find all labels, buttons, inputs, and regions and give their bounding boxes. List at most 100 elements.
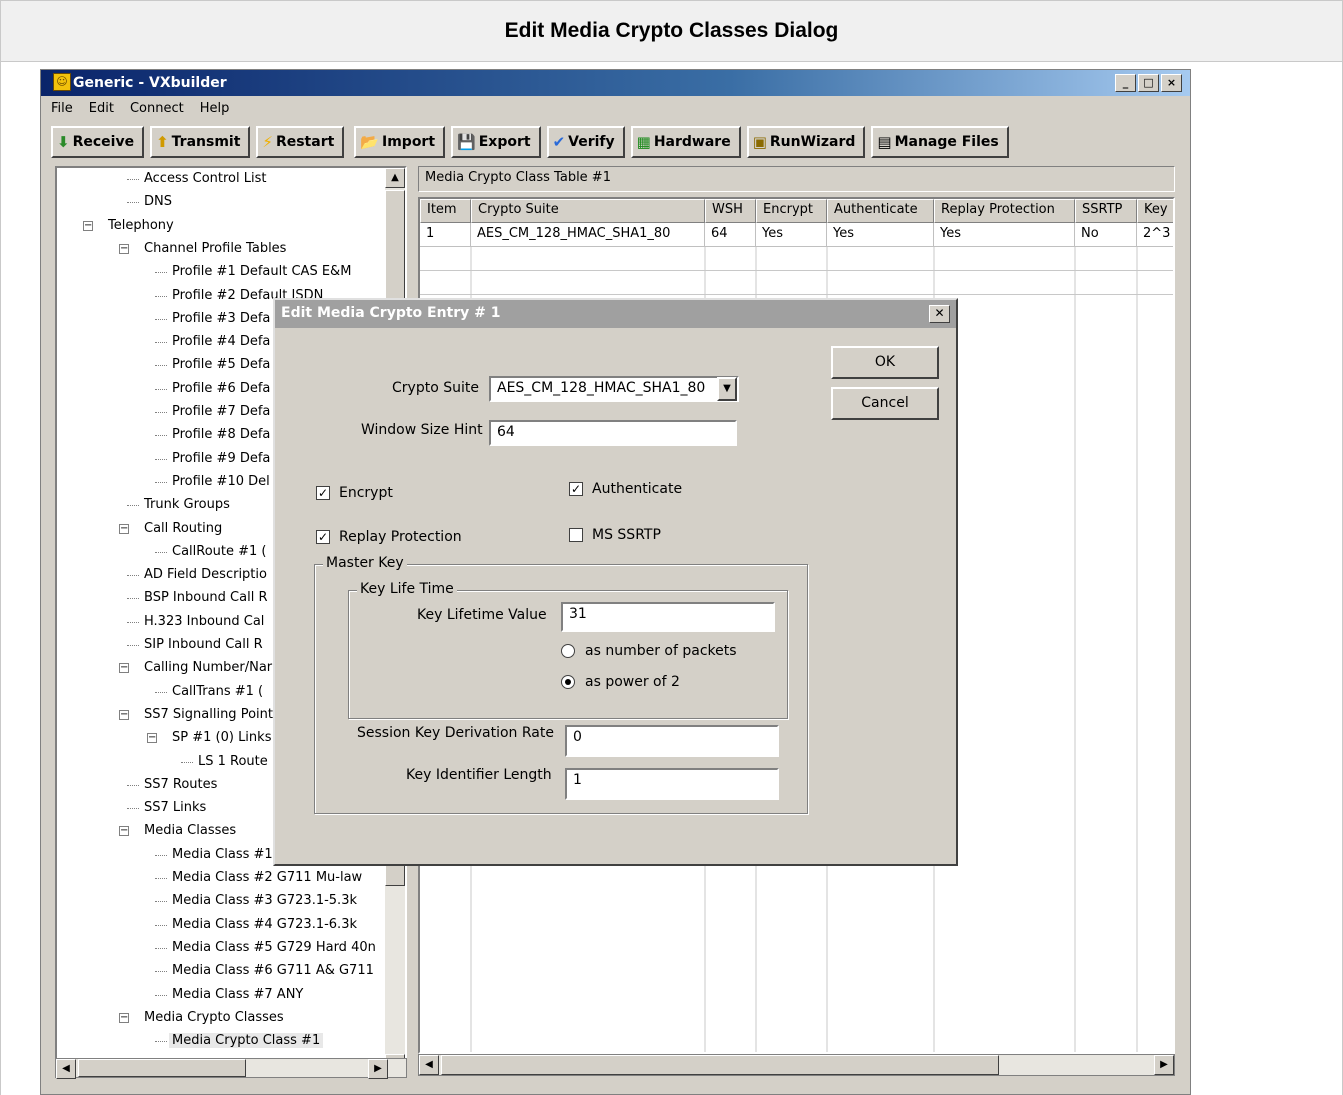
tree-item[interactable]: Media Class #2 G711 Mu-law: [169, 867, 365, 889]
col-key[interactable]: Key: [1137, 199, 1173, 223]
tree-item[interactable]: Media Class #4 G723.1-6.3k: [169, 914, 360, 936]
collapse-icon[interactable]: −: [147, 733, 157, 744]
tree-item[interactable]: Media Class #1: [169, 844, 276, 866]
col-item[interactable]: Item: [420, 199, 471, 223]
collapse-icon[interactable]: −: [119, 523, 129, 534]
receive-button[interactable]: ⬇ Receive: [51, 126, 145, 158]
window-size-input[interactable]: 64: [489, 420, 737, 446]
tree-item[interactable]: CallRoute #1 (: [169, 541, 270, 563]
tree-item[interactable]: SS7 Routes: [141, 774, 220, 796]
cancel-button[interactable]: Cancel: [831, 387, 939, 420]
close-button[interactable]: ×: [1161, 74, 1182, 92]
transmit-label: Transmit: [171, 134, 241, 150]
verify-button[interactable]: ✔ Verify: [546, 126, 625, 158]
tree-hscroll-thumb[interactable]: [78, 1059, 246, 1077]
tree-item[interactable]: Profile #10 Del: [169, 471, 273, 493]
collapse-icon[interactable]: −: [119, 709, 129, 720]
tree-item[interactable]: AD Field Descriptio: [141, 564, 270, 586]
manage-files-button[interactable]: ▤ Manage Files: [871, 126, 1009, 158]
table-row[interactable]: 1 AES_CM_128_HMAC_SHA1_80 64 Yes Yes Yes…: [420, 223, 1173, 247]
tree-item[interactable]: Media Class #6 G711 A& G711: [169, 960, 377, 982]
chevron-down-icon[interactable]: ▼: [717, 377, 737, 401]
tree-item[interactable]: Profile #5 Defa: [169, 354, 273, 376]
tree-item[interactable]: Media Class #5 G729 Hard 40n: [169, 937, 379, 959]
restart-button[interactable]: ⚡ Restart: [256, 126, 345, 158]
tree-item[interactable]: Media Crypto Class #1: [169, 1030, 324, 1052]
tree-item[interactable]: Profile #6 Defa: [169, 378, 273, 400]
replay-protection-checkbox[interactable]: ✓: [316, 530, 330, 544]
tree-item[interactable]: H.323 Inbound Cal: [141, 611, 267, 633]
tree-horizontal-scrollbar[interactable]: ◀ ▶: [55, 1058, 407, 1079]
power-of-2-radio[interactable]: [561, 675, 575, 689]
tree-item[interactable]: Channel Profile Tables: [141, 238, 289, 260]
tree-item[interactable]: SS7 Signalling Point: [141, 704, 276, 726]
tree-item[interactable]: BSP Inbound Call R: [141, 587, 271, 609]
collapse-icon[interactable]: −: [83, 220, 93, 231]
menu-help[interactable]: Help: [200, 101, 230, 116]
runwizard-button[interactable]: ▣ RunWizard: [746, 126, 866, 158]
col-ssrtp[interactable]: SSRTP: [1075, 199, 1137, 223]
col-wsh[interactable]: WSH: [705, 199, 756, 223]
tree-item[interactable]: Profile #3 Defa: [169, 308, 273, 330]
tree-item[interactable]: Profile #8 Defa: [169, 424, 273, 446]
tree-item[interactable]: Media Classes: [141, 820, 239, 842]
packets-radio[interactable]: [561, 644, 575, 658]
tree-item[interactable]: Profile #7 Defa: [169, 401, 273, 423]
col-crypto-suite[interactable]: Crypto Suite: [471, 199, 705, 223]
window-titlebar[interactable]: ☺ Generic - VXbuilder _ □ ×: [41, 70, 1190, 96]
export-button[interactable]: 💾 Export: [451, 126, 541, 158]
hardware-button[interactable]: ▦ Hardware: [630, 126, 741, 158]
table-hscroll-thumb[interactable]: [441, 1055, 999, 1075]
encrypt-label: Encrypt: [339, 485, 393, 501]
menu-connect[interactable]: Connect: [130, 101, 184, 116]
tree-item[interactable]: Profile #9 Defa: [169, 448, 273, 470]
tree-item[interactable]: SP #1 (0) Links: [169, 727, 274, 749]
authenticate-checkbox[interactable]: ✓: [569, 482, 583, 496]
tree-item[interactable]: Calling Number/Nar: [141, 657, 275, 679]
collapse-icon[interactable]: −: [119, 1012, 129, 1023]
col-encrypt[interactable]: Encrypt: [756, 199, 827, 223]
tree-item[interactable]: Trunk Groups: [141, 494, 233, 516]
tree-item[interactable]: Access Control List: [141, 168, 269, 190]
scroll-up-icon[interactable]: ▲: [385, 168, 405, 188]
tree-item[interactable]: Profile #1 Default CAS E&M: [169, 261, 354, 283]
key-id-length-input[interactable]: 1: [565, 768, 779, 800]
tree-connector: [155, 412, 167, 413]
tree-item[interactable]: Telephony: [105, 215, 177, 237]
table-scroll-left-icon[interactable]: ◀: [419, 1055, 439, 1075]
col-replay-protection[interactable]: Replay Protection: [934, 199, 1075, 223]
col-authenticate[interactable]: Authenticate: [827, 199, 934, 223]
collapse-icon[interactable]: −: [119, 663, 129, 674]
dialog-close-icon[interactable]: ✕: [929, 305, 950, 323]
tree-item[interactable]: Media Crypto Classes: [141, 1007, 287, 1029]
collapse-icon[interactable]: −: [119, 243, 129, 254]
ms-ssrtp-checkbox[interactable]: [569, 528, 583, 542]
tree-item[interactable]: Call Routing: [141, 518, 225, 540]
ok-button[interactable]: OK: [831, 346, 939, 379]
transmit-button[interactable]: ⬆ Transmit: [150, 126, 251, 158]
key-lifetime-value-input[interactable]: 31: [561, 602, 775, 632]
menu-file[interactable]: File: [51, 101, 73, 116]
manage-files-label: Manage Files: [894, 134, 999, 150]
minimize-button[interactable]: _: [1115, 74, 1136, 92]
tree-item[interactable]: SIP Inbound Call R: [141, 634, 266, 656]
tree-item[interactable]: Media Class #7 ANY: [169, 984, 306, 1006]
session-rate-input[interactable]: 0: [565, 725, 779, 757]
menu-edit[interactable]: Edit: [89, 101, 114, 116]
scroll-right-icon[interactable]: ▶: [368, 1059, 388, 1079]
tree-item[interactable]: SS7 Links: [141, 797, 209, 819]
table-horizontal-scrollbar[interactable]: ◀ ▶: [418, 1054, 1175, 1076]
encrypt-checkbox[interactable]: ✓: [316, 486, 330, 500]
scroll-left-icon[interactable]: ◀: [56, 1059, 76, 1079]
import-button[interactable]: 📂 Import: [354, 126, 446, 158]
tree-item[interactable]: LS 1 Route: [195, 751, 271, 773]
tree-item[interactable]: Profile #4 Defa: [169, 331, 273, 353]
dialog-title[interactable]: Edit Media Crypto Entry # 1: [275, 300, 956, 328]
table-scroll-right-icon[interactable]: ▶: [1154, 1055, 1174, 1075]
tree-item[interactable]: DNS: [141, 191, 175, 213]
crypto-suite-select[interactable]: AES_CM_128_HMAC_SHA1_80: [489, 376, 739, 402]
tree-item[interactable]: CallTrans #1 (: [169, 681, 266, 703]
tree-item[interactable]: Media Class #3 G723.1-5.3k: [169, 890, 360, 912]
collapse-icon[interactable]: −: [119, 826, 129, 837]
maximize-button[interactable]: □: [1138, 74, 1159, 92]
